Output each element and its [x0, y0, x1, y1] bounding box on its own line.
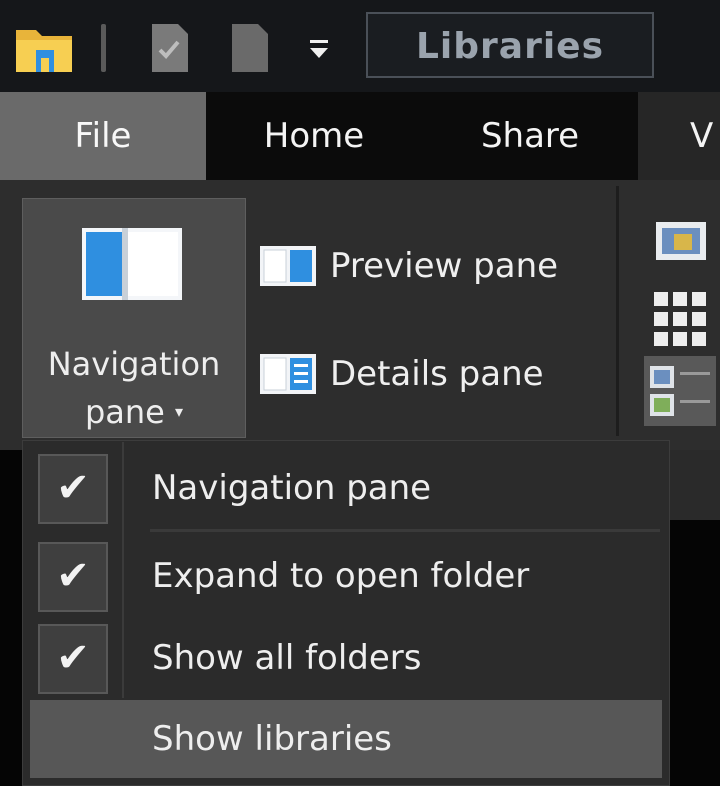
details-pane-button[interactable]: Details pane — [256, 344, 596, 404]
ribbon-tab-bar: File Home Share V — [0, 92, 720, 180]
tab-view[interactable]: V — [638, 92, 720, 180]
menu-item-show-all-folders[interactable]: ✔ Show all folders — [22, 616, 670, 696]
new-folder-icon[interactable] — [230, 22, 270, 74]
customize-dropdown-icon[interactable] — [302, 28, 336, 68]
title-bar: Libraries — [0, 0, 720, 92]
tab-share[interactable]: Share — [422, 92, 638, 180]
menu-item-label: Show libraries — [152, 719, 392, 759]
tiles-option[interactable] — [644, 356, 716, 426]
preview-pane-icon — [260, 246, 316, 286]
quick-access-separator — [101, 24, 106, 72]
menu-item-show-libraries[interactable]: Show libraries — [30, 700, 662, 778]
preview-pane-label: Preview pane — [330, 246, 559, 286]
folder-icon[interactable] — [14, 22, 74, 74]
tab-file[interactable]: File — [0, 92, 206, 180]
navigation-pane-label-line1: Navigation — [47, 345, 221, 383]
navigation-pane-label-line2: pane — [84, 393, 165, 431]
small-icons-option[interactable] — [644, 284, 716, 354]
tiles-icon — [650, 366, 710, 416]
tab-home[interactable]: Home — [206, 92, 422, 180]
navigation-pane-icon — [82, 228, 182, 300]
extra-large-icons-option[interactable] — [644, 208, 716, 278]
check-icon: ✔ — [38, 624, 108, 694]
ribbon-group-divider — [616, 186, 619, 436]
menu-item-navigation-pane[interactable]: ✔ Navigation pane — [22, 446, 670, 532]
menu-item-label: Navigation pane — [152, 468, 432, 508]
check-icon: ✔ — [38, 542, 108, 612]
window-title: Libraries — [366, 12, 654, 78]
navigation-pane-label: Navigation pane ▾ — [22, 340, 246, 442]
details-pane-icon — [260, 354, 316, 394]
layout-gallery — [640, 208, 720, 436]
menu-item-expand-to-open-folder[interactable]: ✔ Expand to open folder — [22, 534, 670, 614]
grid-icon — [654, 292, 706, 346]
large-icons-icon — [656, 222, 706, 260]
chevron-down-icon: ▾ — [175, 402, 184, 421]
content-area-right — [670, 450, 720, 520]
check-icon: ✔ — [38, 454, 108, 524]
preview-pane-button[interactable]: Preview pane — [256, 236, 596, 296]
properties-icon[interactable] — [150, 22, 190, 74]
details-pane-label: Details pane — [330, 354, 544, 394]
menu-divider — [150, 529, 660, 532]
menu-item-label: Expand to open folder — [152, 556, 530, 596]
window-title-text: Libraries — [415, 26, 605, 67]
menu-item-label: Show all folders — [152, 638, 422, 678]
